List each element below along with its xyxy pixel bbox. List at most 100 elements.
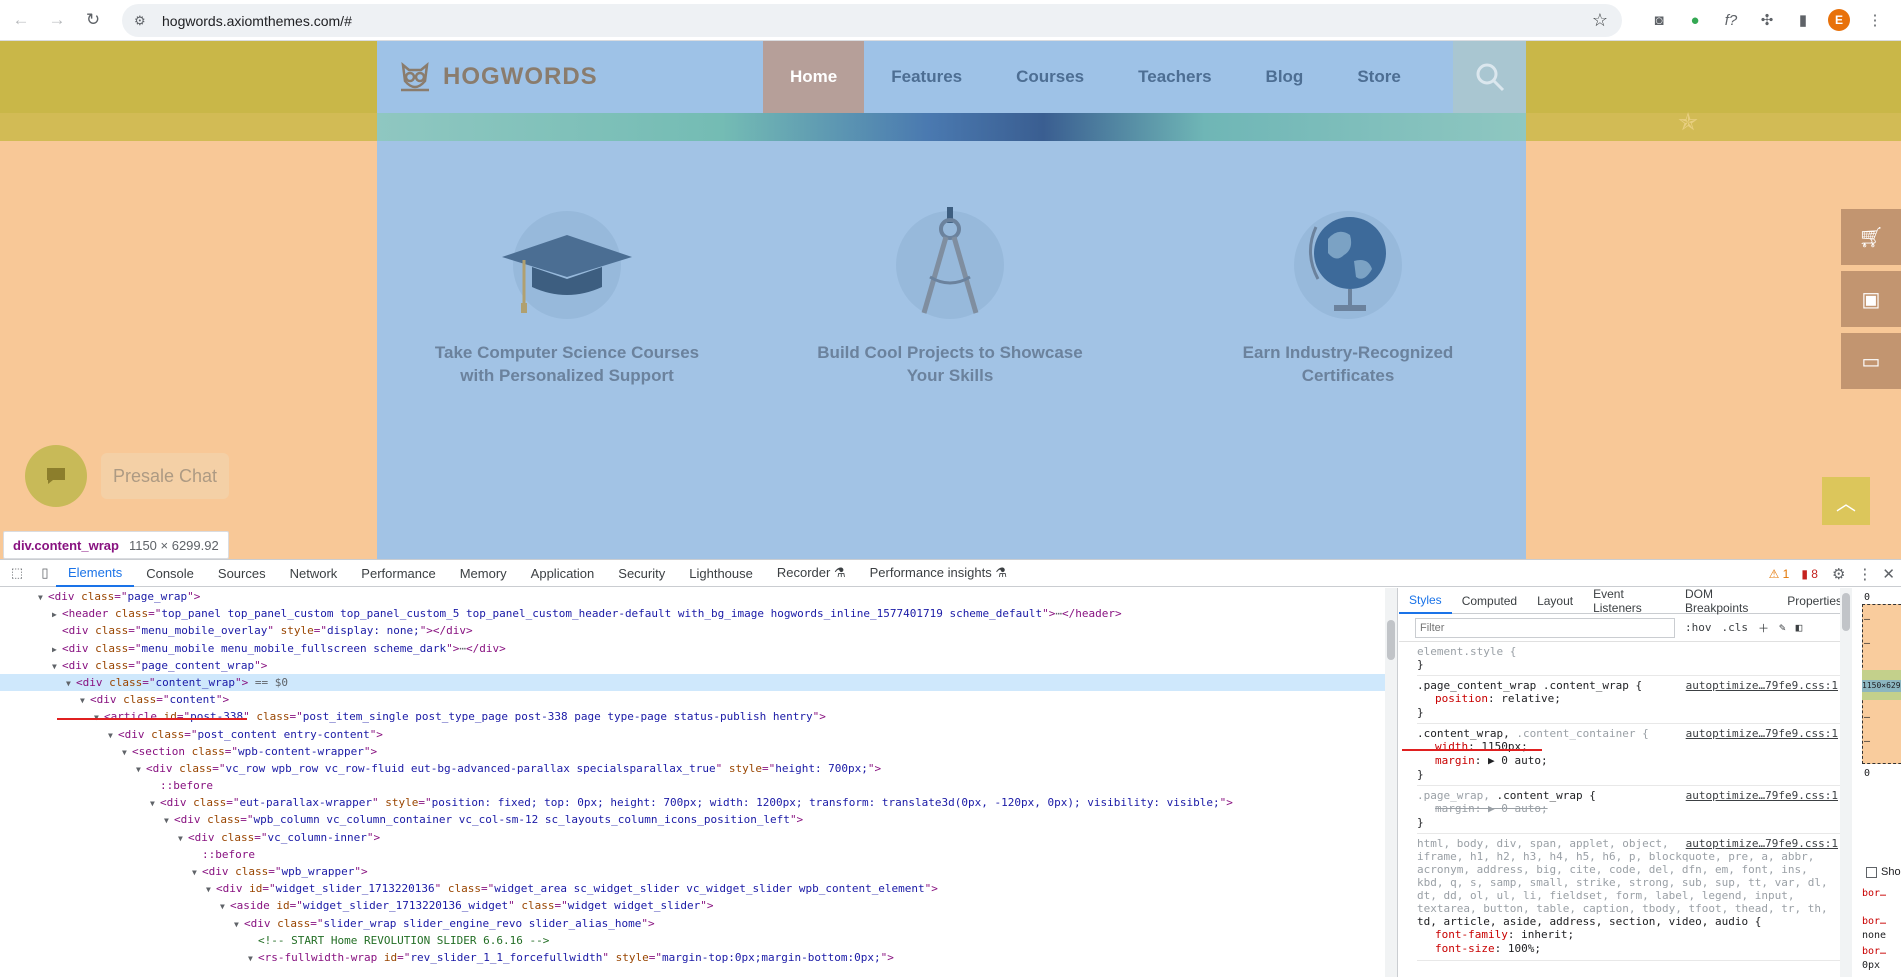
- computed-prop[interactable]: bor…: [1862, 916, 1886, 927]
- device-toolbar-icon[interactable]: ▯: [34, 562, 56, 584]
- nav-home[interactable]: Home: [763, 41, 865, 113]
- styles-filter-input[interactable]: [1415, 617, 1675, 638]
- hov-toggle[interactable]: :hov: [1685, 621, 1712, 634]
- presale-chat-label[interactable]: Presale Chat: [101, 453, 229, 499]
- warning-count[interactable]: ⚠ 1: [1769, 567, 1790, 581]
- dom-node[interactable]: <div class="menu_mobile_overlay" style="…: [0, 622, 1397, 639]
- site-logo[interactable]: HOGWORDS: [397, 59, 598, 95]
- dom-node[interactable]: ▼ <div class="wpb_wrapper">: [0, 863, 1397, 880]
- tab-event-listeners[interactable]: Event Listeners: [1583, 588, 1675, 615]
- tab-application[interactable]: Application: [519, 560, 607, 587]
- style-rule[interactable]: .page_content_wrap .content_wrap { autop…: [1417, 676, 1852, 724]
- dom-node[interactable]: ▼ <div id="widget_slider_1713220136" clas…: [0, 880, 1397, 897]
- tab-sources[interactable]: Sources: [206, 560, 278, 587]
- style-rule[interactable]: .content_wrap, .content_container { auto…: [1417, 724, 1852, 786]
- tab-console[interactable]: Console: [134, 560, 206, 587]
- search-icon: [1476, 63, 1504, 92]
- style-rule[interactable]: element.style { }: [1417, 642, 1852, 676]
- style-rule[interactable]: autoptimize…79fe9.css:1 html, body, div,…: [1417, 834, 1852, 961]
- tab-layout[interactable]: Layout: [1527, 588, 1583, 614]
- computed-prop[interactable]: bor…: [1862, 888, 1886, 899]
- puzzle-extensions-icon[interactable]: ✣: [1753, 6, 1781, 34]
- dom-node[interactable]: ▼ <div class="content">: [0, 691, 1397, 708]
- rule-source-link[interactable]: autoptimize…79fe9.css:1: [1686, 679, 1838, 692]
- cls-toggle[interactable]: .cls: [1722, 621, 1749, 634]
- dom-comment[interactable]: <!-- START Home REVOLUTION SLIDER 6.6.16…: [0, 932, 1397, 949]
- devtools-menu-icon[interactable]: ⋮: [1857, 565, 1872, 583]
- dom-node-selected[interactable]: ▼ <div class="content_wrap"> == $0: [0, 673, 1397, 692]
- devtools-settings-icon[interactable]: ⚙: [1832, 565, 1845, 583]
- tab-network[interactable]: Network: [278, 560, 350, 587]
- rule-source-link[interactable]: autoptimize…79fe9.css:1: [1686, 789, 1838, 802]
- rule-source-link[interactable]: autoptimize…79fe9.css:1: [1686, 727, 1838, 740]
- dom-node[interactable]: ▼ <div class="slider_wrap slider_engine_r…: [0, 915, 1397, 932]
- tab-performance[interactable]: Performance: [349, 560, 447, 587]
- tab-security[interactable]: Security: [606, 560, 677, 587]
- show-all-checkbox[interactable]: Sho: [1866, 866, 1901, 878]
- tab-elements[interactable]: Elements: [56, 560, 135, 587]
- dom-node[interactable]: ▼ <div class="vc_row wpb_row vc_row-fluid…: [0, 760, 1397, 777]
- tab-styles[interactable]: Styles: [1399, 588, 1452, 614]
- nav-store[interactable]: Store: [1330, 41, 1427, 113]
- tab-lighthouse[interactable]: Lighthouse: [677, 560, 765, 587]
- style-rule[interactable]: .page_wrap, .content_wrap { autoptimize……: [1417, 786, 1852, 834]
- dom-node[interactable]: ▼ <div class="page_wrap">: [0, 588, 1397, 605]
- dom-node[interactable]: ▼ <div class="eut-parallax-wrapper" style…: [0, 794, 1397, 811]
- url-text[interactable]: hogwords.axiomthemes.com/#: [162, 13, 352, 29]
- devtools-close-icon[interactable]: ✕: [1882, 565, 1895, 583]
- dom-node[interactable]: ▼<article id="post-338" class="post_item…: [0, 708, 1397, 725]
- dom-node[interactable]: ▼ <section class="wpb-content-wrapper">: [0, 743, 1397, 760]
- browser-menu-icon[interactable]: ⋮: [1861, 6, 1889, 34]
- tab-computed[interactable]: Computed: [1452, 588, 1527, 614]
- feature-title-line2: Your Skills: [906, 366, 994, 385]
- back-icon[interactable]: ←: [6, 5, 36, 35]
- side-panel-icon[interactable]: ▮: [1789, 6, 1817, 34]
- nav-features[interactable]: Features: [864, 41, 989, 113]
- image-icon[interactable]: ▣: [1841, 271, 1901, 327]
- scroll-to-top-button[interactable]: ︿: [1822, 477, 1870, 525]
- chat-button[interactable]: [25, 445, 87, 507]
- dom-node[interactable]: ▼ <aside id="widget_slider_1713220136_wid…: [0, 897, 1397, 914]
- dom-node[interactable]: ▶ <div class="menu_mobile menu_mobile_ful…: [0, 640, 1397, 657]
- dom-pseudo[interactable]: ::before: [0, 777, 1397, 794]
- dom-node[interactable]: ▼ <div class="page_content_wrap">: [0, 657, 1397, 674]
- dom-node[interactable]: ▼ <div class="wpb_column vc_column_contai…: [0, 811, 1397, 828]
- tab-dom-breakpoints[interactable]: DOM Breakpoints: [1675, 588, 1777, 615]
- nav-blog[interactable]: Blog: [1239, 41, 1331, 113]
- styles-scrollbar[interactable]: [1840, 588, 1852, 977]
- browser-icon[interactable]: ▭: [1841, 333, 1901, 389]
- dom-node[interactable]: ▼ <div class="post_content entry-content"…: [0, 726, 1397, 743]
- dom-node[interactable]: ▶ <header class="top_panel top_panel_cust…: [0, 605, 1397, 622]
- paint-icon[interactable]: ✎: [1779, 621, 1786, 634]
- nav-teachers[interactable]: Teachers: [1111, 41, 1238, 113]
- extension-green-icon[interactable]: ●: [1681, 6, 1709, 34]
- box-model-content[interactable]: 1150×6299.9: [1862, 680, 1901, 692]
- dom-tree[interactable]: ▼ <div class="page_wrap"> ▶ <header class=…: [0, 588, 1398, 977]
- inspect-element-icon[interactable]: ⬚: [6, 562, 28, 584]
- dom-node[interactable]: ▼ <rs-fullwidth-wrap id="rev_slider_1_1_f…: [0, 949, 1397, 966]
- formula-icon[interactable]: f?: [1717, 6, 1745, 34]
- address-bar[interactable]: ⚙ hogwords.axiomthemes.com/# ☆: [122, 4, 1622, 37]
- profile-avatar[interactable]: E: [1825, 6, 1853, 34]
- site-info-icon[interactable]: ⚙: [134, 13, 152, 29]
- cart-icon[interactable]: 🛒︎: [1841, 209, 1901, 265]
- rule-source-link[interactable]: autoptimize…79fe9.css:1: [1686, 837, 1838, 850]
- tab-recorder[interactable]: Recorder ⚗: [765, 560, 858, 587]
- bookmark-star-icon[interactable]: ☆: [1592, 10, 1608, 31]
- error-count[interactable]: ▮ 8: [1801, 567, 1818, 581]
- dom-node[interactable]: ▼ <div class="vc_column-inner">: [0, 829, 1397, 846]
- devtools: ⬚ ▯ Elements Console Sources Network Per…: [0, 559, 1901, 977]
- computed-prop[interactable]: bor…: [1862, 946, 1886, 957]
- tab-performance-insights[interactable]: Performance insights ⚗: [858, 560, 1019, 587]
- forward-icon[interactable]: →: [42, 5, 72, 35]
- sidebar-toggle-icon[interactable]: ◧: [1796, 621, 1803, 634]
- site-search-button[interactable]: [1453, 41, 1526, 113]
- reload-icon[interactable]: ↻: [78, 5, 108, 35]
- avatar-letter[interactable]: E: [1828, 9, 1850, 31]
- dom-scrollbar[interactable]: [1385, 588, 1397, 977]
- camera-icon[interactable]: ◙: [1645, 6, 1673, 34]
- tab-memory[interactable]: Memory: [448, 560, 519, 587]
- new-rule-icon[interactable]: ＋: [1758, 620, 1769, 636]
- dom-pseudo[interactable]: ::before: [0, 846, 1397, 863]
- nav-courses[interactable]: Courses: [989, 41, 1111, 113]
